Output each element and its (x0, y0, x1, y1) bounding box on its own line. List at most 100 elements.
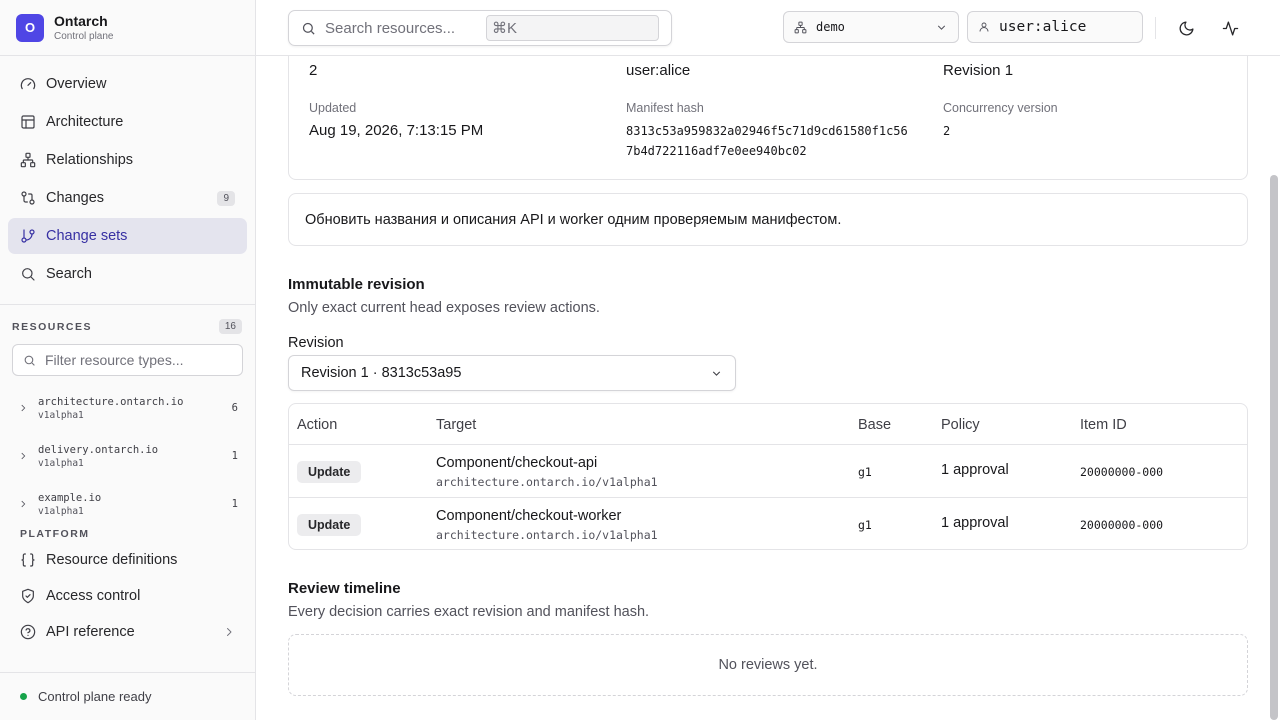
nav-label: Architecture (46, 114, 124, 130)
network-icon (20, 152, 36, 168)
braces-icon (21, 553, 35, 567)
status-dot (20, 693, 27, 700)
empty-state-text: No reviews yet. (718, 657, 818, 673)
revision-select[interactable]: Revision 1 · 8313c53a95 (288, 355, 736, 391)
concurrency-label: Concurrency version (943, 101, 1058, 115)
group-version: v1alpha1 (38, 457, 84, 469)
column-header-item-id: Item ID (1080, 417, 1127, 433)
column-header-policy: Policy (941, 417, 980, 433)
topbar: Search resources... ⌘K demo user:alice (256, 0, 1280, 56)
nav-label: Overview (46, 76, 107, 92)
action-badge: Update (297, 461, 362, 483)
group-count: 6 (231, 402, 238, 414)
nav-item-search[interactable]: Search (8, 256, 247, 292)
target-api-version: architecture.ontarch.io/v1alpha1 (436, 528, 658, 542)
search-input[interactable]: Search resources... ⌘K (288, 10, 672, 46)
brand[interactable]: O Ontarch Control plane (0, 0, 255, 56)
policy-value: 1 approval (941, 462, 1009, 478)
nav-item-api-reference[interactable]: API reference (8, 614, 247, 650)
concurrency-value: 2 (943, 124, 951, 138)
updated-label: Updated (309, 101, 357, 115)
nav-item-access-control[interactable]: Access control (8, 578, 247, 614)
item-id-value: 20000000-000 (1080, 518, 1164, 532)
column-header-base: Base (858, 417, 892, 433)
table-row[interactable]: Update Component/checkout-worker archite… (289, 497, 1247, 549)
search-icon (22, 268, 35, 281)
nav-label: Change sets (46, 228, 128, 244)
chevron-right-icon (21, 452, 26, 460)
nav-item-changes[interactable]: Changes 9 (8, 180, 247, 216)
nav-label: Relationships (46, 152, 134, 168)
policy-value: 1 approval (941, 515, 1009, 531)
activity-button[interactable] (1216, 14, 1244, 42)
user-icon (979, 22, 989, 32)
nav-label: Search (46, 266, 92, 282)
group-version: v1alpha1 (38, 409, 84, 421)
revision-label: Revision (288, 335, 344, 351)
group-count: 1 (231, 450, 238, 462)
base-value: g1 (858, 518, 872, 532)
meta-value-revision: Revision 1 (943, 62, 1014, 79)
main-content: 2 user:alice Revision 1 Updated Aug 19, … (256, 56, 1268, 720)
activity-icon (1222, 20, 1238, 36)
resource-group-architecture[interactable]: architecture.ontarch.io v1alpha1 6 (0, 384, 255, 432)
git-branch-icon (21, 229, 35, 243)
nav-label: Changes (46, 190, 105, 206)
filter-resource-input[interactable]: Filter resource types... (12, 344, 243, 376)
group-name: architecture.ontarch.io (38, 395, 184, 408)
brand-subtitle: Control plane (54, 30, 114, 42)
group-count: 1 (231, 498, 238, 510)
resources-count-badge: 16 (218, 319, 242, 334)
toolbar-divider (1155, 17, 1156, 39)
shortcut-hint: ⌘K (486, 15, 659, 41)
gauge-icon (20, 78, 36, 90)
timeline-section-subtitle: Every decision carries exact revision an… (288, 604, 650, 620)
search-placeholder: Search resources... (325, 19, 456, 37)
meta-value-author: user:alice (626, 62, 691, 79)
main-scrollbar[interactable] (1270, 175, 1278, 720)
manifest-hash-label: Manifest hash (626, 101, 704, 115)
shield-check-icon (22, 588, 34, 604)
theme-toggle-button[interactable] (1172, 14, 1200, 42)
group-name: delivery.ontarch.io (38, 443, 159, 456)
network-icon (794, 21, 807, 33)
review-timeline-empty: No reviews yet. (288, 634, 1248, 696)
nav-label: API reference (46, 624, 135, 640)
moon-icon (1179, 20, 1194, 35)
timeline-section-title: Review timeline (288, 580, 401, 597)
chevron-right-icon (227, 628, 232, 636)
nav-label: Access control (46, 588, 141, 604)
nav-item-overview[interactable]: Overview (8, 66, 247, 102)
help-circle-icon (20, 624, 36, 640)
user-identity-field[interactable]: user:alice (967, 11, 1143, 43)
resource-group-example[interactable]: example.io v1alpha1 1 (0, 480, 255, 528)
nav-item-change-sets[interactable]: Change sets (8, 218, 247, 254)
change-items-table: Action Target Base Policy Item ID Update… (288, 403, 1248, 550)
revision-selected-value: Revision 1 · 8313c53a95 (301, 365, 462, 381)
git-compare-icon (21, 191, 35, 205)
changes-count-badge: 9 (217, 190, 235, 206)
nav-item-resource-definitions[interactable]: Resource definitions (8, 542, 247, 578)
filter-placeholder: Filter resource types... (45, 352, 184, 368)
sidebar: O Ontarch Control plane Overview Archite… (0, 0, 256, 720)
meta-value-items: 2 (309, 62, 318, 79)
nav-item-relationships[interactable]: Relationships (8, 142, 247, 178)
action-badge: Update (297, 514, 362, 536)
item-id-value: 20000000-000 (1080, 465, 1164, 479)
target-api-version: architecture.ontarch.io/v1alpha1 (436, 475, 658, 489)
status-bar: Control plane ready (0, 672, 255, 720)
platform-header: PLATFORM (0, 524, 255, 542)
namespace-select[interactable]: demo (783, 11, 959, 43)
table-row[interactable]: Update Component/checkout-api architectu… (289, 444, 1247, 497)
nav-item-architecture[interactable]: Architecture (8, 104, 247, 140)
search-icon (302, 22, 315, 35)
resource-group-delivery[interactable]: delivery.ontarch.io v1alpha1 1 (0, 432, 255, 480)
resources-label: RESOURCES (12, 320, 93, 333)
nav-label: Resource definitions (46, 552, 178, 568)
group-version: v1alpha1 (38, 505, 84, 517)
layout-icon (21, 115, 35, 129)
platform-label: PLATFORM (20, 528, 90, 540)
search-icon (24, 355, 35, 366)
target-name: Component/checkout-worker (436, 508, 622, 524)
group-name: example.io (38, 491, 102, 504)
